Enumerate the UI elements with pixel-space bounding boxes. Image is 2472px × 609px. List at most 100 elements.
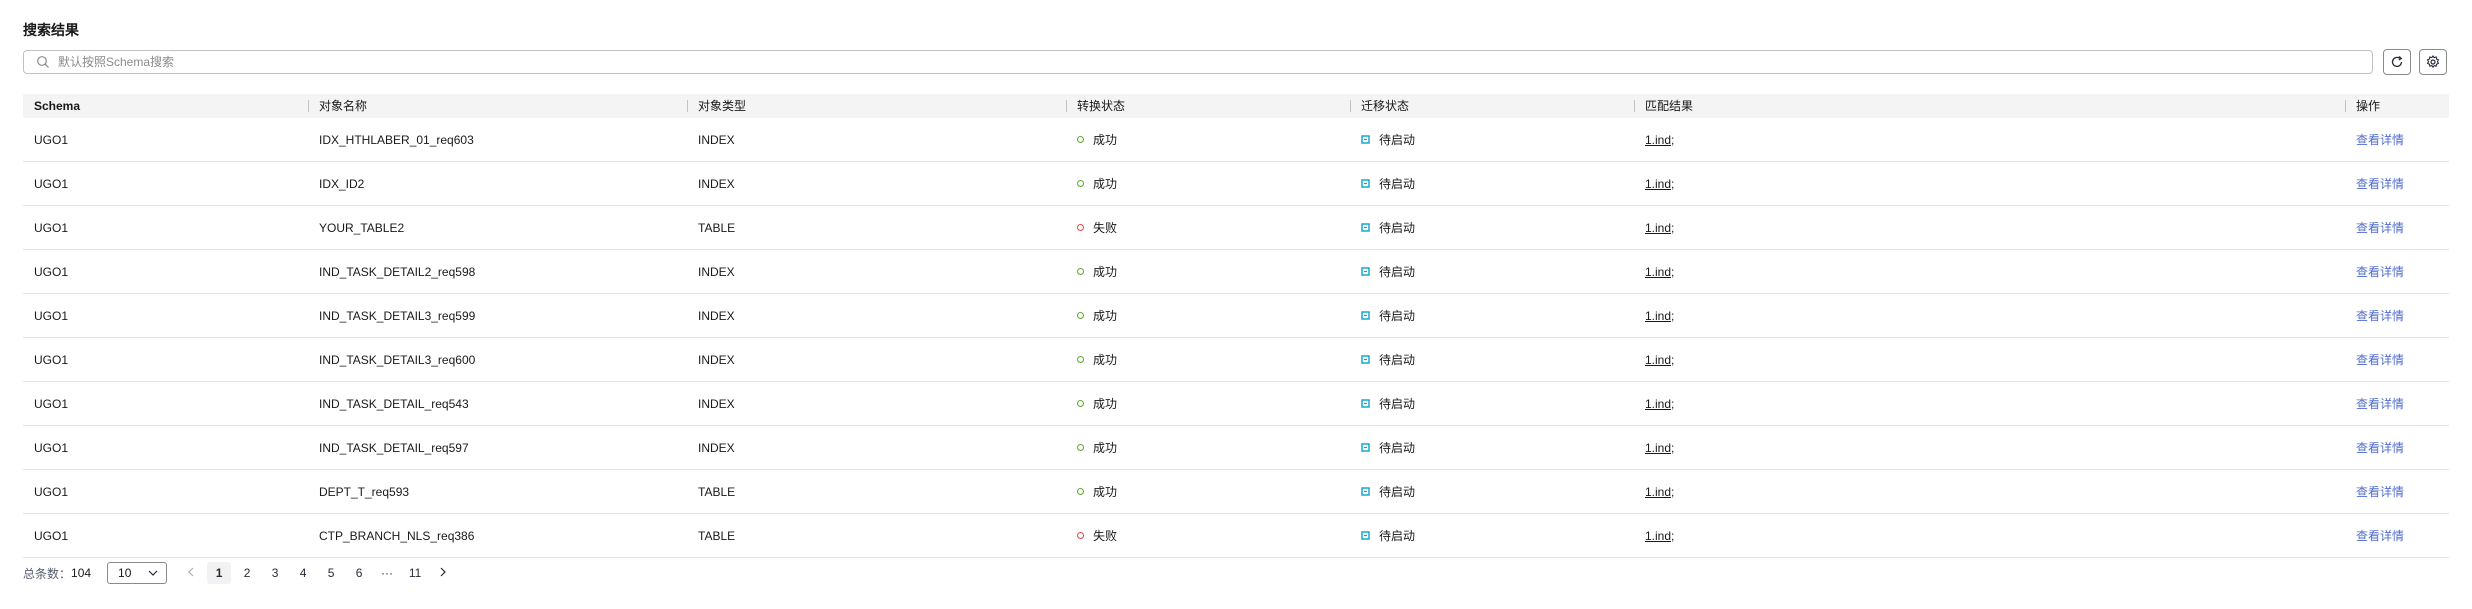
view-details-link[interactable]: 查看详情 (2356, 397, 2404, 411)
page-number-button[interactable]: 2 (235, 562, 259, 584)
search-input[interactable] (58, 52, 2372, 72)
page-number-button[interactable]: 1 (207, 562, 232, 584)
page-nav: 1 2 3 4 5 6 ··· 11 (179, 562, 459, 584)
settings-button[interactable] (2419, 49, 2447, 75)
schema-cell: UGO1 (34, 528, 69, 543)
view-details-link[interactable]: 查看详情 (2356, 133, 2404, 147)
match-result-cell: 1.ind; (1634, 177, 2345, 191)
column-header-object-name[interactable]: 对象名称 (308, 94, 687, 118)
page-size-select[interactable]: 10 (107, 562, 168, 584)
match-result-link[interactable]: 1.ind; (1645, 309, 1674, 323)
conversion-status-cell: 成功 (1066, 175, 1350, 192)
view-details-link[interactable]: 查看详情 (2356, 529, 2404, 543)
page-number-button[interactable]: 4 (291, 562, 315, 584)
match-result-cell: 1.ind; (1634, 133, 2345, 147)
migration-status-text: 待启动 (1379, 177, 1416, 191)
view-details-link[interactable]: 查看详情 (2356, 309, 2404, 323)
schema-cell: UGO1 (34, 132, 69, 147)
column-header-match-result[interactable]: 匹配结果 (1634, 94, 2345, 118)
schema-cell: UGO1 (34, 484, 69, 499)
migration-status-text: 待启动 (1379, 441, 1416, 455)
success-status-icon (1077, 356, 1084, 363)
table-row: UGO1 IDX_HTHLABER_01_req603 INDEX 成功 待启动 1.in… (23, 118, 2449, 162)
search-box[interactable] (23, 50, 2373, 74)
page-number-button[interactable]: 6 (347, 562, 371, 584)
conversion-status-cell: 成功 (1066, 131, 1350, 148)
column-header-object-type[interactable]: 对象类型 (687, 94, 1066, 118)
schema-cell: UGO1 (34, 352, 69, 367)
match-result-link[interactable]: 1.ind; (1645, 221, 1674, 235)
success-status-icon (1077, 268, 1084, 275)
table-row: UGO1 DEPT_T_req593 TABLE 成功 待启动 1.ind; 查看详情 (23, 470, 2449, 514)
match-result-cell: 1.ind; (1634, 397, 2345, 411)
schema-cell: UGO1 (34, 176, 69, 191)
conversion-status-text: 成功 (1093, 441, 1118, 455)
match-result-link[interactable]: 1.ind; (1645, 485, 1674, 499)
migration-status-text: 待启动 (1379, 353, 1416, 367)
schema-cell: UGO1 (34, 396, 69, 411)
conversion-status-cell: 成功 (1066, 263, 1350, 280)
pending-migration-icon (1361, 135, 1370, 144)
chevron-left-icon (188, 567, 194, 577)
column-header-migration-status[interactable]: 迁移状态 (1350, 94, 1634, 118)
table-row: UGO1 IND_TASK_DETAIL_req597 INDEX 成功 待启动 1.in… (23, 426, 2449, 470)
chevron-right-icon (440, 567, 446, 577)
object-type-cell: INDEX (698, 440, 735, 455)
schema-cell: UGO1 (34, 220, 69, 235)
table-row: UGO1 YOUR_TABLE2 TABLE 失败 待启动 1.ind; 查看详情 (23, 206, 2449, 250)
migration-status-cell: 待启动 (1350, 175, 1634, 192)
prev-page-button[interactable] (179, 562, 203, 584)
column-header-conversion-status[interactable]: 转换状态 (1066, 94, 1350, 118)
view-details-link[interactable]: 查看详情 (2356, 265, 2404, 279)
match-result-link[interactable]: 1.ind; (1645, 177, 1674, 191)
view-details-link[interactable]: 查看详情 (2356, 221, 2404, 235)
schema-cell: UGO1 (34, 440, 69, 455)
object-name-cell: DEPT_T_req593 (319, 484, 410, 499)
conversion-status-text: 失败 (1093, 221, 1118, 235)
migration-status-cell: 待启动 (1350, 131, 1634, 148)
schema-cell: UGO1 (34, 308, 69, 323)
page-number-button[interactable]: 5 (319, 562, 343, 584)
next-page-button[interactable] (431, 562, 455, 584)
object-name-cell: IND_TASK_DETAIL3_req599 (319, 308, 476, 323)
view-details-link[interactable]: 查看详情 (2356, 485, 2404, 499)
migration-status-cell: 待启动 (1350, 219, 1634, 236)
match-result-cell: 1.ind; (1634, 265, 2345, 279)
conversion-status-cell: 失败 (1066, 527, 1350, 544)
page-number-button[interactable]: 3 (263, 562, 287, 584)
migration-status-text: 待启动 (1379, 133, 1416, 147)
view-details-link[interactable]: 查看详情 (2356, 353, 2404, 367)
match-result-link[interactable]: 1.ind; (1645, 353, 1674, 367)
object-name-cell: IND_TASK_DETAIL3_req600 (319, 352, 476, 367)
match-result-link[interactable]: 1.ind; (1645, 529, 1674, 543)
success-status-icon (1077, 400, 1084, 407)
match-result-link[interactable]: 1.ind; (1645, 265, 1674, 279)
table-row: UGO1 IND_TASK_DETAIL3_req599 INDEX 成功 待启动 1.i… (23, 294, 2449, 338)
object-name-cell: IND_TASK_DETAIL_req543 (319, 396, 469, 411)
conversion-status-cell: 失败 (1066, 219, 1350, 236)
column-header-schema[interactable]: Schema (23, 94, 308, 118)
success-status-icon (1077, 180, 1084, 187)
migration-status-text: 待启动 (1379, 309, 1416, 323)
conversion-status-text: 成功 (1093, 177, 1118, 191)
pending-migration-icon (1361, 399, 1370, 408)
pending-migration-icon (1361, 223, 1370, 232)
table-row: UGO1 IND_TASK_DETAIL_req543 INDEX 成功 待启动 1.in… (23, 382, 2449, 426)
conversion-status-cell: 成功 (1066, 483, 1350, 500)
table-header: Schema 对象名称 对象类型 转换状态 迁移状态 匹配结果 操作 (23, 94, 2449, 118)
view-details-link[interactable]: 查看详情 (2356, 177, 2404, 191)
refresh-button[interactable] (2383, 49, 2411, 75)
match-result-link[interactable]: 1.ind; (1645, 441, 1674, 455)
fail-status-icon (1077, 224, 1084, 231)
match-result-link[interactable]: 1.ind; (1645, 133, 1674, 147)
conversion-status-cell: 成功 (1066, 351, 1350, 368)
page-number-button[interactable]: 11 (403, 562, 427, 584)
table-row: UGO1 IND_TASK_DETAIL2_req598 INDEX 成功 待启动 1.i… (23, 250, 2449, 294)
page-ellipsis[interactable]: ··· (375, 562, 399, 584)
table-body: UGO1 IDX_HTHLABER_01_req603 INDEX 成功 待启动 1.in… (23, 118, 2449, 558)
migration-status-text: 待启动 (1379, 265, 1416, 279)
object-type-cell: INDEX (698, 308, 735, 323)
match-result-link[interactable]: 1.ind; (1645, 397, 1674, 411)
view-details-link[interactable]: 查看详情 (2356, 441, 2404, 455)
match-result-cell: 1.ind; (1634, 221, 2345, 235)
